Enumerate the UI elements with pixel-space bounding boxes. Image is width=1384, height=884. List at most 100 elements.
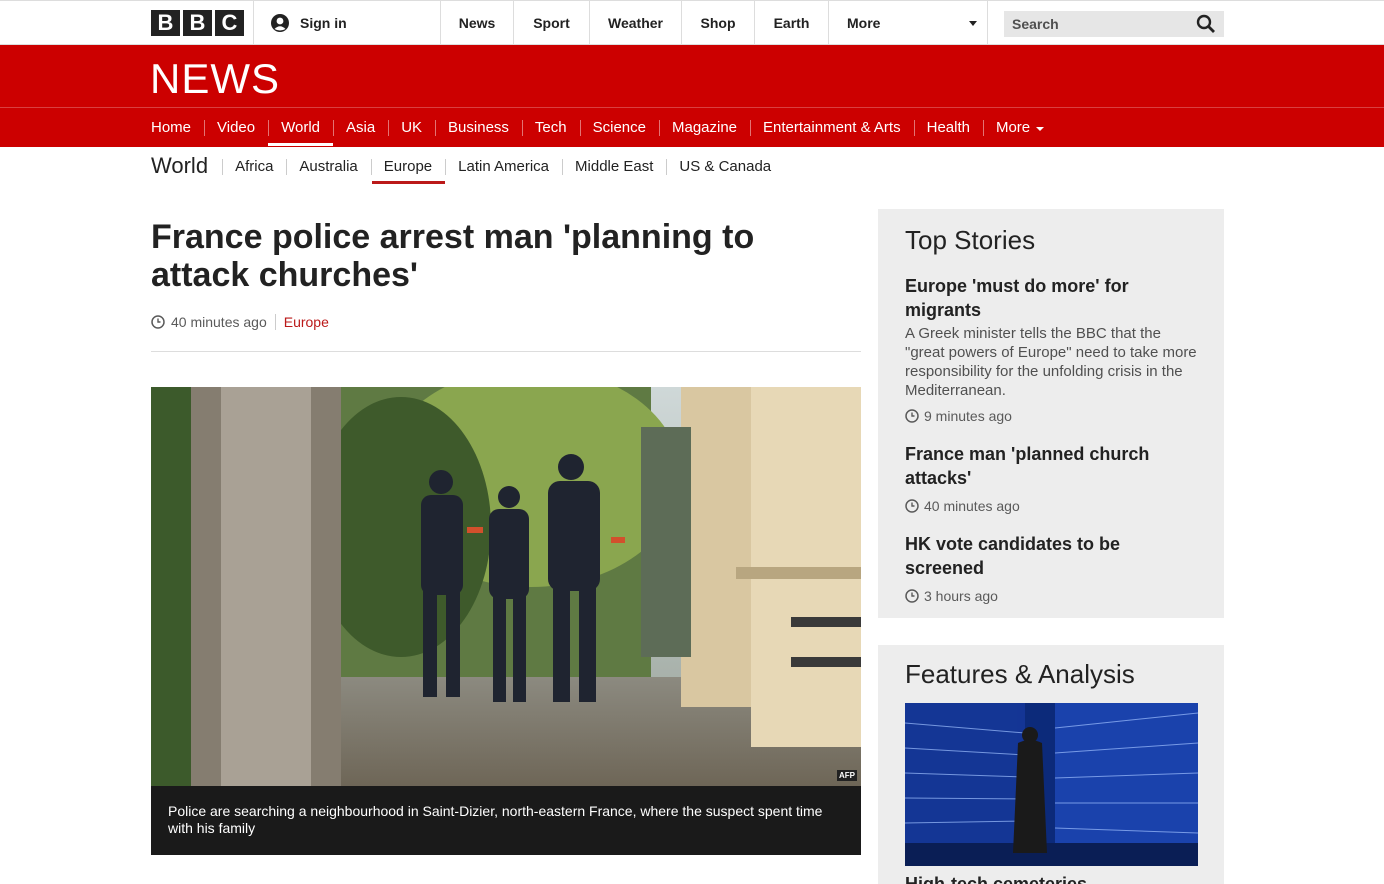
story-timestamp: 3 hours ago (905, 588, 1197, 604)
nav-tech[interactable]: Tech (521, 108, 580, 147)
news-logo[interactable]: NEWS (150, 55, 280, 103)
story-time: 9 minutes ago (924, 408, 1012, 424)
nav-asia[interactable]: Asia (333, 108, 388, 147)
topnav-label: News (458, 15, 496, 31)
topnav-sport[interactable]: Sport (513, 1, 589, 45)
search-input[interactable]: Search (1004, 11, 1224, 37)
nav-label: Tech (534, 119, 567, 136)
topnav-label: Earth (773, 15, 810, 31)
subnav-label: Europe (383, 157, 433, 175)
nav-entertainment-arts[interactable]: Entertainment & Arts (750, 108, 914, 147)
article-divider (151, 351, 861, 352)
article-headline: France police arrest man 'planning to at… (151, 218, 755, 294)
nav-label: More (995, 119, 1031, 136)
story-time: 3 hours ago (924, 588, 998, 604)
top-story[interactable]: France man 'planned church attacks' 40 m… (905, 442, 1197, 514)
topnav-more[interactable]: More (828, 1, 988, 45)
nav-health[interactable]: Health (913, 108, 983, 147)
article-timestamp: 40 minutes ago (171, 314, 267, 330)
subnav-australia[interactable]: Australia (286, 148, 370, 184)
nav-uk[interactable]: UK (388, 108, 435, 147)
subnav-label: Australia (299, 157, 358, 175)
nav-business[interactable]: Business (435, 108, 522, 147)
nav-label: Science (592, 119, 646, 136)
feature-photo (905, 703, 1198, 866)
topnav-label: Shop (700, 15, 736, 31)
meta-divider (274, 314, 276, 330)
section-title[interactable]: World (151, 153, 208, 179)
story-timestamp: 40 minutes ago (905, 498, 1197, 514)
article-meta: 40 minutes ago Europe (151, 314, 329, 330)
story-title-link[interactable]: France man 'planned church attacks' (905, 442, 1197, 490)
clock-icon (905, 589, 919, 603)
nav-label: World (281, 119, 321, 136)
sign-in-link[interactable]: Sign in (253, 1, 441, 45)
top-stories-heading: Top Stories (905, 225, 1036, 255)
nav-label: Business (448, 119, 509, 136)
bbc-logo[interactable]: B B C (151, 10, 244, 36)
news-banner: NEWS Home Video World Asia UK Business T… (0, 45, 1384, 147)
subnav-label: Middle East (575, 157, 654, 175)
nav-science[interactable]: Science (579, 108, 659, 147)
nav-label: UK (401, 119, 423, 136)
nav-label: Video (217, 119, 256, 136)
nav-home[interactable]: Home (151, 108, 204, 147)
topnav-weather[interactable]: Weather (589, 1, 681, 45)
clock-icon (905, 499, 919, 513)
top-story[interactable]: Europe 'must do more' for migrants A Gre… (905, 274, 1197, 424)
nav-label: Home (151, 119, 192, 136)
bbc-logo-letter: C (215, 10, 244, 36)
features-panel: Features & Analysis High-tech cemeteries (878, 645, 1224, 884)
nav-more[interactable]: More (982, 108, 1057, 147)
subnav-label: US & Canada (679, 157, 772, 175)
subnav-middle-east[interactable]: Middle East (562, 148, 666, 184)
sign-in-label: Sign in (300, 15, 347, 31)
subnav-latin-america[interactable]: Latin America (445, 148, 562, 184)
user-icon (271, 14, 289, 32)
nav-label: Asia (346, 119, 376, 136)
topnav-earth[interactable]: Earth (754, 1, 828, 45)
story-timestamp: 9 minutes ago (905, 408, 1197, 424)
top-story[interactable]: HK vote candidates to be screened 3 hour… (905, 532, 1197, 604)
image-caption: Police are searching a neighbourhood in … (151, 786, 861, 855)
clock-icon (151, 315, 165, 329)
nav-label: Health (926, 119, 970, 136)
story-time: 40 minutes ago (924, 498, 1020, 514)
search-icon[interactable] (1196, 14, 1216, 34)
story-title-link[interactable]: HK vote candidates to be screened (905, 532, 1197, 580)
bbc-logo-letter: B (151, 10, 180, 36)
news-section-nav: Home Video World Asia UK Business Tech S… (151, 108, 1057, 147)
topnav-news[interactable]: News (440, 1, 513, 45)
top-stories-panel: Top Stories Europe 'must do more' for mi… (878, 209, 1224, 618)
article-hero-image[interactable]: AFP (151, 387, 861, 786)
subnav-label: Africa (235, 157, 274, 175)
story-summary: A Greek minister tells the BBC that the … (905, 325, 1197, 399)
caret-down-icon (969, 20, 977, 26)
nav-video[interactable]: Video (204, 108, 268, 147)
topnav-shop[interactable]: Shop (681, 1, 754, 45)
subnav-us-canada[interactable]: US & Canada (666, 148, 784, 184)
topnav-label: Weather (608, 15, 663, 31)
clock-icon (905, 409, 919, 423)
nav-label: Entertainment & Arts (763, 119, 901, 136)
nav-world[interactable]: World (268, 108, 333, 147)
feature-title-link[interactable]: High-tech cemeteries (905, 874, 1087, 884)
story-title-link[interactable]: Europe 'must do more' for migrants (905, 274, 1197, 322)
bbc-top-nav: News Sport Weather Shop Earth More (440, 1, 988, 45)
article-category-link[interactable]: Europe (284, 314, 329, 330)
hero-photo (151, 387, 861, 786)
subnav-label: Latin America (458, 157, 550, 175)
subnav-europe[interactable]: Europe (370, 148, 446, 184)
topnav-label: Sport (533, 15, 570, 31)
bbc-logo-letter: B (183, 10, 212, 36)
image-credit: AFP (837, 770, 857, 781)
nav-magazine[interactable]: Magazine (658, 108, 750, 147)
caret-down-icon (1036, 126, 1045, 131)
world-subnav: World Africa Australia Europe Latin Amer… (151, 148, 784, 184)
subnav-africa[interactable]: Africa (222, 148, 286, 184)
feature-image[interactable] (905, 703, 1198, 866)
search-placeholder: Search (1012, 16, 1059, 32)
bbc-masthead: B B C Sign in News Sport Weather Shop Ea… (0, 0, 1384, 45)
nav-label: Magazine (671, 119, 738, 136)
features-heading: Features & Analysis (905, 659, 1135, 689)
